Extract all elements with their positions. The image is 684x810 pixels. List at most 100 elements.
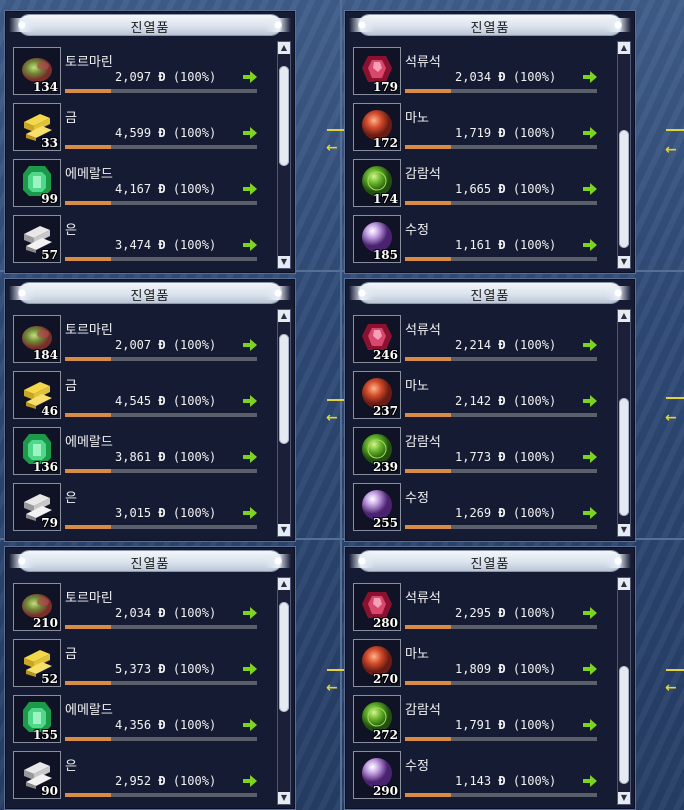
scrollbar[interactable]: ▲ ▼ [277, 41, 291, 269]
peridot-gem-icon[interactable]: 272 [353, 695, 401, 743]
green-arrow-icon[interactable] [243, 607, 257, 619]
scroll-down-button[interactable]: ▼ [618, 792, 630, 804]
scroll-up-button[interactable]: ▲ [278, 310, 290, 322]
green-arrow-icon[interactable] [243, 451, 257, 463]
list-item[interactable]: 255 수정 1,269 Đ (100%) [351, 481, 621, 537]
list-item[interactable]: 99 에메랄드 4,167 Đ (100%) [11, 157, 281, 213]
green-arrow-icon[interactable] [583, 71, 597, 83]
list-item[interactable]: 90 은 2,952 Đ (100%) [11, 749, 281, 805]
tourmaline-gem-icon[interactable]: 184 [13, 315, 61, 363]
list-item[interactable]: 185 수정 1,161 Đ (100%) [351, 213, 621, 269]
green-arrow-icon[interactable] [243, 719, 257, 731]
list-item[interactable]: 237 마노 2,142 Đ (100%) [351, 369, 621, 425]
scrollbar[interactable]: ▲ ▼ [617, 309, 631, 537]
crystal-orb-icon[interactable]: 255 [353, 483, 401, 531]
gold-bars-icon[interactable]: 52 [13, 639, 61, 687]
scroll-thumb[interactable] [619, 130, 629, 248]
garnet-gem-icon[interactable]: 246 [353, 315, 401, 363]
scroll-up-button[interactable]: ▲ [278, 578, 290, 590]
green-arrow-icon[interactable] [243, 71, 257, 83]
gold-bars-icon[interactable]: 46 [13, 371, 61, 419]
agate-gem-icon[interactable]: 237 [353, 371, 401, 419]
scroll-thumb[interactable] [279, 66, 289, 166]
list-item[interactable]: 246 석류석 2,214 Đ (100%) [351, 313, 621, 369]
list-item[interactable]: 272 감람석 1,791 Đ (100%) [351, 693, 621, 749]
green-arrow-icon[interactable] [583, 239, 597, 251]
list-item[interactable]: 79 은 3,015 Đ (100%) [11, 481, 281, 537]
garnet-gem-icon[interactable]: 280 [353, 583, 401, 631]
list-item[interactable]: 210 토르마린 2,034 Đ (100%) [11, 581, 281, 637]
agate-gem-icon[interactable]: 270 [353, 639, 401, 687]
scroll-thumb[interactable] [619, 398, 629, 516]
list-item[interactable]: 136 에메랄드 3,861 Đ (100%) [11, 425, 281, 481]
scrollbar[interactable]: ▲ ▼ [617, 577, 631, 805]
scroll-down-button[interactable]: ▼ [278, 256, 290, 268]
scroll-down-button[interactable]: ▼ [278, 792, 290, 804]
tourmaline-gem-icon[interactable]: 134 [13, 47, 61, 95]
list-item[interactable]: 290 수정 1,143 Đ (100%) [351, 749, 621, 805]
item-quantity: 79 [41, 516, 58, 530]
tourmaline-gem-icon[interactable]: 210 [13, 583, 61, 631]
list-item[interactable]: 280 석류석 2,295 Đ (100%) [351, 581, 621, 637]
scrollbar[interactable]: ▲ ▼ [277, 309, 291, 537]
agate-gem-icon[interactable]: 172 [353, 103, 401, 151]
list-item[interactable]: 184 토르마린 2,007 Đ (100%) [11, 313, 281, 369]
scroll-down-button[interactable]: ▼ [618, 256, 630, 268]
list-item[interactable]: 33 금 4,599 Đ (100%) [11, 101, 281, 157]
scrollbar[interactable]: ▲ ▼ [277, 577, 291, 805]
green-arrow-icon[interactable] [243, 663, 257, 675]
peridot-gem-icon[interactable]: 239 [353, 427, 401, 475]
peridot-gem-icon[interactable]: 174 [353, 159, 401, 207]
gold-bars-icon[interactable]: 33 [13, 103, 61, 151]
list-item[interactable]: 155 에메랄드 4,356 Đ (100%) [11, 693, 281, 749]
silver-bars-icon[interactable]: 90 [13, 751, 61, 799]
emerald-gem-icon[interactable]: 155 [13, 695, 61, 743]
scroll-up-button[interactable]: ▲ [618, 310, 630, 322]
green-arrow-icon[interactable] [243, 395, 257, 407]
left-arrow-icon: ← [326, 140, 338, 156]
scroll-up-button[interactable]: ▲ [618, 578, 630, 590]
green-arrow-icon[interactable] [243, 183, 257, 195]
emerald-gem-icon[interactable]: 99 [13, 159, 61, 207]
green-arrow-icon[interactable] [243, 239, 257, 251]
green-arrow-icon[interactable] [583, 507, 597, 519]
green-arrow-icon[interactable] [583, 775, 597, 787]
green-arrow-icon[interactable] [583, 127, 597, 139]
emerald-gem-icon[interactable]: 136 [13, 427, 61, 475]
silver-bars-icon[interactable]: 57 [13, 215, 61, 263]
scroll-thumb[interactable] [619, 666, 629, 784]
green-arrow-icon[interactable] [583, 607, 597, 619]
green-arrow-icon[interactable] [243, 127, 257, 139]
list-item[interactable]: 46 금 4,545 Đ (100%) [11, 369, 281, 425]
scroll-up-button[interactable]: ▲ [278, 42, 290, 54]
garnet-gem-icon[interactable]: 179 [353, 47, 401, 95]
green-arrow-icon[interactable] [583, 339, 597, 351]
silver-bars-icon[interactable]: 79 [13, 483, 61, 531]
green-arrow-icon[interactable] [243, 339, 257, 351]
scroll-down-button[interactable]: ▼ [278, 524, 290, 536]
list-item[interactable]: 172 마노 1,719 Đ (100%) [351, 101, 621, 157]
green-arrow-icon[interactable] [243, 775, 257, 787]
scroll-up-button[interactable]: ▲ [618, 42, 630, 54]
list-item[interactable]: 239 감람석 1,773 Đ (100%) [351, 425, 621, 481]
list-item[interactable]: 174 감람석 1,665 Đ (100%) [351, 157, 621, 213]
scroll-thumb[interactable] [279, 334, 289, 444]
list-item[interactable]: 270 마노 1,809 Đ (100%) [351, 637, 621, 693]
list-item[interactable]: 134 토르마린 2,097 Đ (100%) [11, 45, 281, 101]
scrollbar[interactable]: ▲ ▼ [617, 41, 631, 269]
list-item[interactable]: 52 금 5,373 Đ (100%) [11, 637, 281, 693]
list-item[interactable]: 179 석류석 2,034 Đ (100%) [351, 45, 621, 101]
green-arrow-icon[interactable] [583, 663, 597, 675]
green-arrow-icon[interactable] [583, 719, 597, 731]
scroll-thumb[interactable] [279, 602, 289, 712]
scroll-down-button[interactable]: ▼ [618, 524, 630, 536]
list-item[interactable]: 57 은 3,474 Đ (100%) [11, 213, 281, 269]
green-arrow-icon[interactable] [583, 183, 597, 195]
crystal-orb-icon[interactable]: 290 [353, 751, 401, 799]
left-arrow-icon: ← [665, 680, 677, 696]
item-price-line: 1,143 Đ (100%) [455, 774, 556, 788]
green-arrow-icon[interactable] [583, 395, 597, 407]
green-arrow-icon[interactable] [583, 451, 597, 463]
crystal-orb-icon[interactable]: 185 [353, 215, 401, 263]
green-arrow-icon[interactable] [243, 507, 257, 519]
